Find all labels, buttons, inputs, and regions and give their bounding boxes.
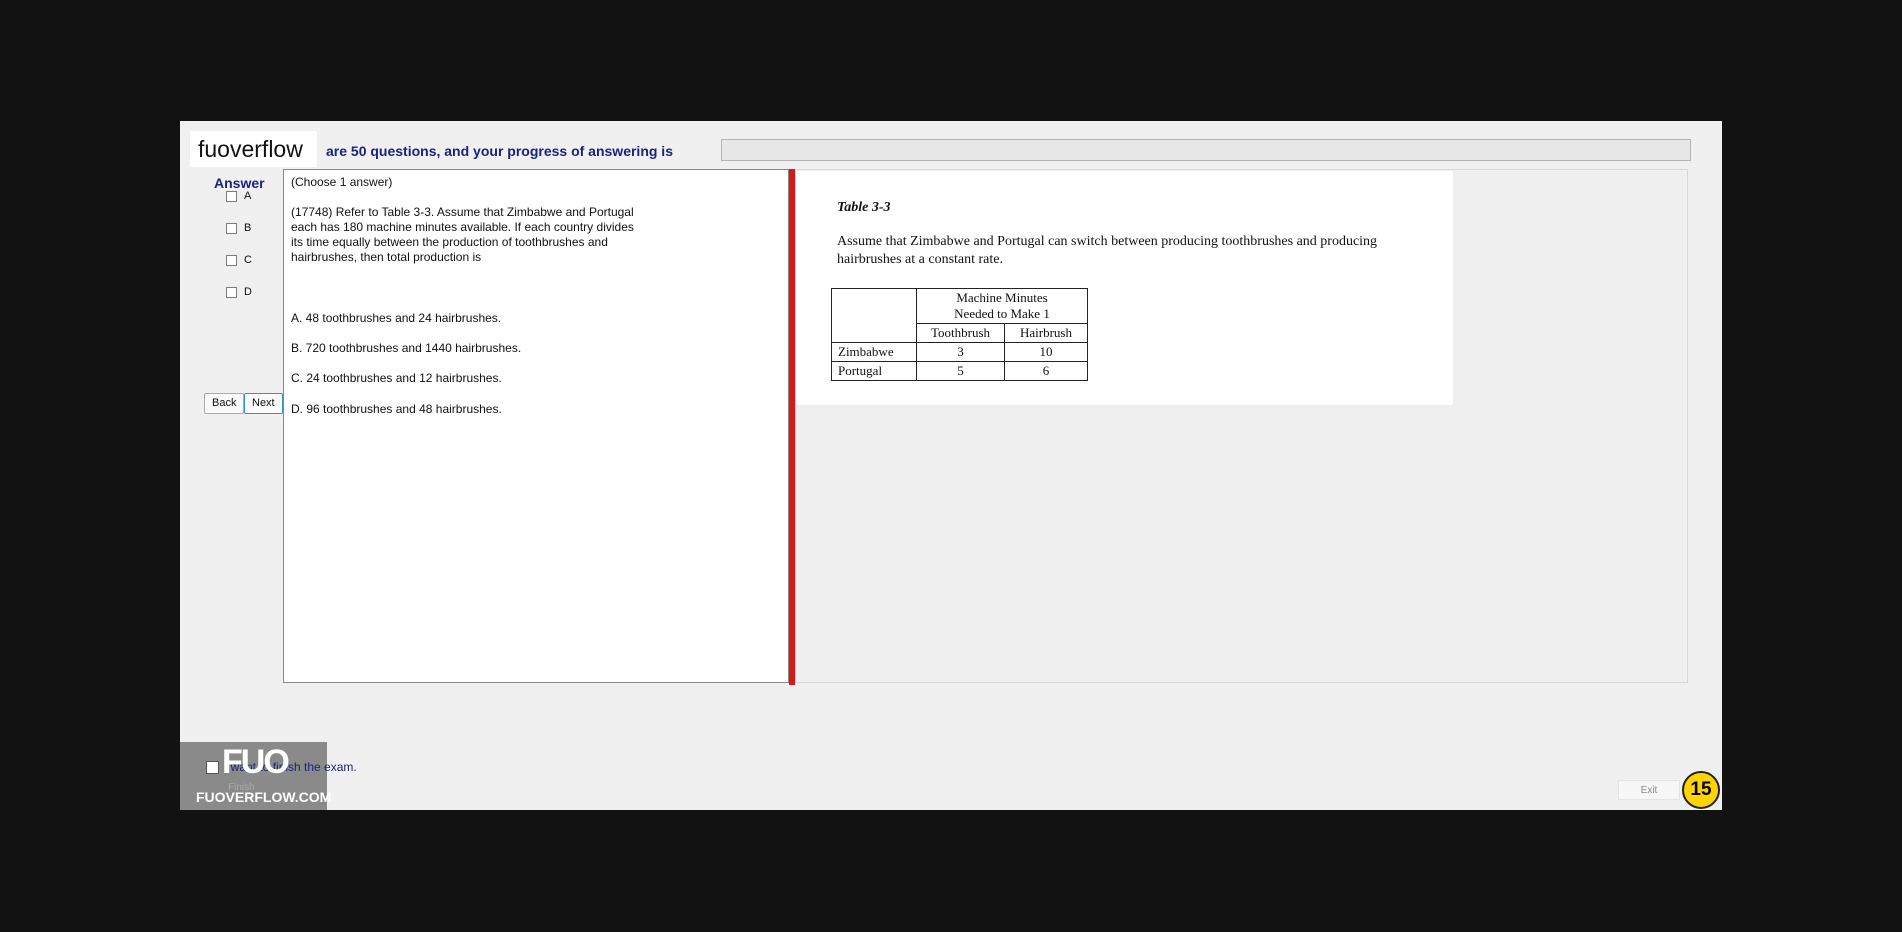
option-c[interactable]: C — [226, 254, 252, 266]
option-c-label: C — [244, 254, 252, 266]
table-row: Zimbabwe 3 10 — [831, 342, 1088, 362]
table-cell-toothbrush: 3 — [916, 342, 1005, 362]
table-header-line2: Needed to Make 1 — [954, 306, 1050, 321]
table-col-hairbrush: Hairbrush — [1004, 323, 1088, 343]
answer-choice-b: B. 720 toothbrushes and 1440 hairbrushes… — [291, 341, 522, 355]
option-b[interactable]: B — [226, 222, 251, 234]
option-b-checkbox[interactable] — [226, 222, 237, 234]
watermark-domain: FUOVERFLOW.COM — [196, 789, 332, 805]
option-a-label: A — [244, 190, 252, 202]
reference-document: Table 3-3 Assume that Zimbabwe and Portu… — [796, 171, 1453, 405]
finish-checkbox[interactable] — [206, 761, 219, 774]
table-header-line1: Machine Minutes — [956, 290, 1048, 305]
exit-button[interactable]: Exit — [1618, 780, 1680, 800]
reference-description: Assume that Zimbabwe and Portugal can sw… — [837, 234, 1378, 267]
back-button[interactable]: Back — [204, 393, 245, 414]
table-header: Machine Minutes Needed to Make 1 — [916, 288, 1088, 324]
answer-choice-c: C. 24 toothbrushes and 12 hairbrushes. — [291, 371, 502, 385]
answer-label: Answer — [214, 175, 265, 191]
option-b-label: B — [244, 222, 252, 234]
option-d-label: D — [244, 286, 252, 298]
option-c-checkbox[interactable] — [226, 254, 237, 266]
machine-minutes-table: Machine Minutes Needed to Make 1 Toothbr… — [831, 288, 1088, 381]
option-a-checkbox[interactable] — [226, 190, 237, 202]
exam-window: fuoverflow are 50 questions, and your pr… — [180, 121, 1722, 810]
table-cell-hairbrush: 6 — [1004, 361, 1088, 381]
answer-choice-d: D. 96 toothbrushes and 48 hairbrushes. — [291, 402, 502, 416]
next-button[interactable]: Next — [244, 393, 283, 414]
table-row-country: Zimbabwe — [831, 342, 917, 362]
option-a[interactable]: A — [226, 190, 251, 202]
table-row: Portugal 5 6 — [831, 361, 1088, 381]
table-cell-toothbrush: 5 — [916, 361, 1005, 381]
option-d[interactable]: D — [226, 286, 252, 298]
timer-badge: 15 — [1682, 771, 1720, 809]
finish-section: I want to finish the exam. Finish FUO FU… — [180, 742, 357, 810]
reference-area: Table 3-3 Assume that Zimbabwe and Portu… — [795, 169, 1688, 683]
question-text: (17748) Refer to Table 3-3. Assume that … — [291, 205, 634, 264]
table-col-toothbrush: Toothbrush — [916, 323, 1005, 343]
watermark-logo: FUO — [222, 743, 290, 781]
question-panel: (Choose 1 answer) (17748) Refer to Table… — [283, 169, 789, 683]
question-instruction: (Choose 1 answer) — [291, 175, 393, 189]
option-d-checkbox[interactable] — [226, 286, 237, 298]
answer-choice-a: A. 48 toothbrushes and 24 hairbrushes. — [291, 311, 502, 325]
progress-text: are 50 questions, and your progress of a… — [326, 143, 673, 159]
table-corner-cell — [831, 288, 917, 343]
reference-title: Table 3-3 — [837, 200, 891, 215]
table-row-country: Portugal — [831, 361, 917, 381]
brand-logo: fuoverflow — [190, 131, 317, 167]
progress-bar — [721, 139, 1691, 161]
table-cell-hairbrush: 10 — [1004, 342, 1088, 362]
